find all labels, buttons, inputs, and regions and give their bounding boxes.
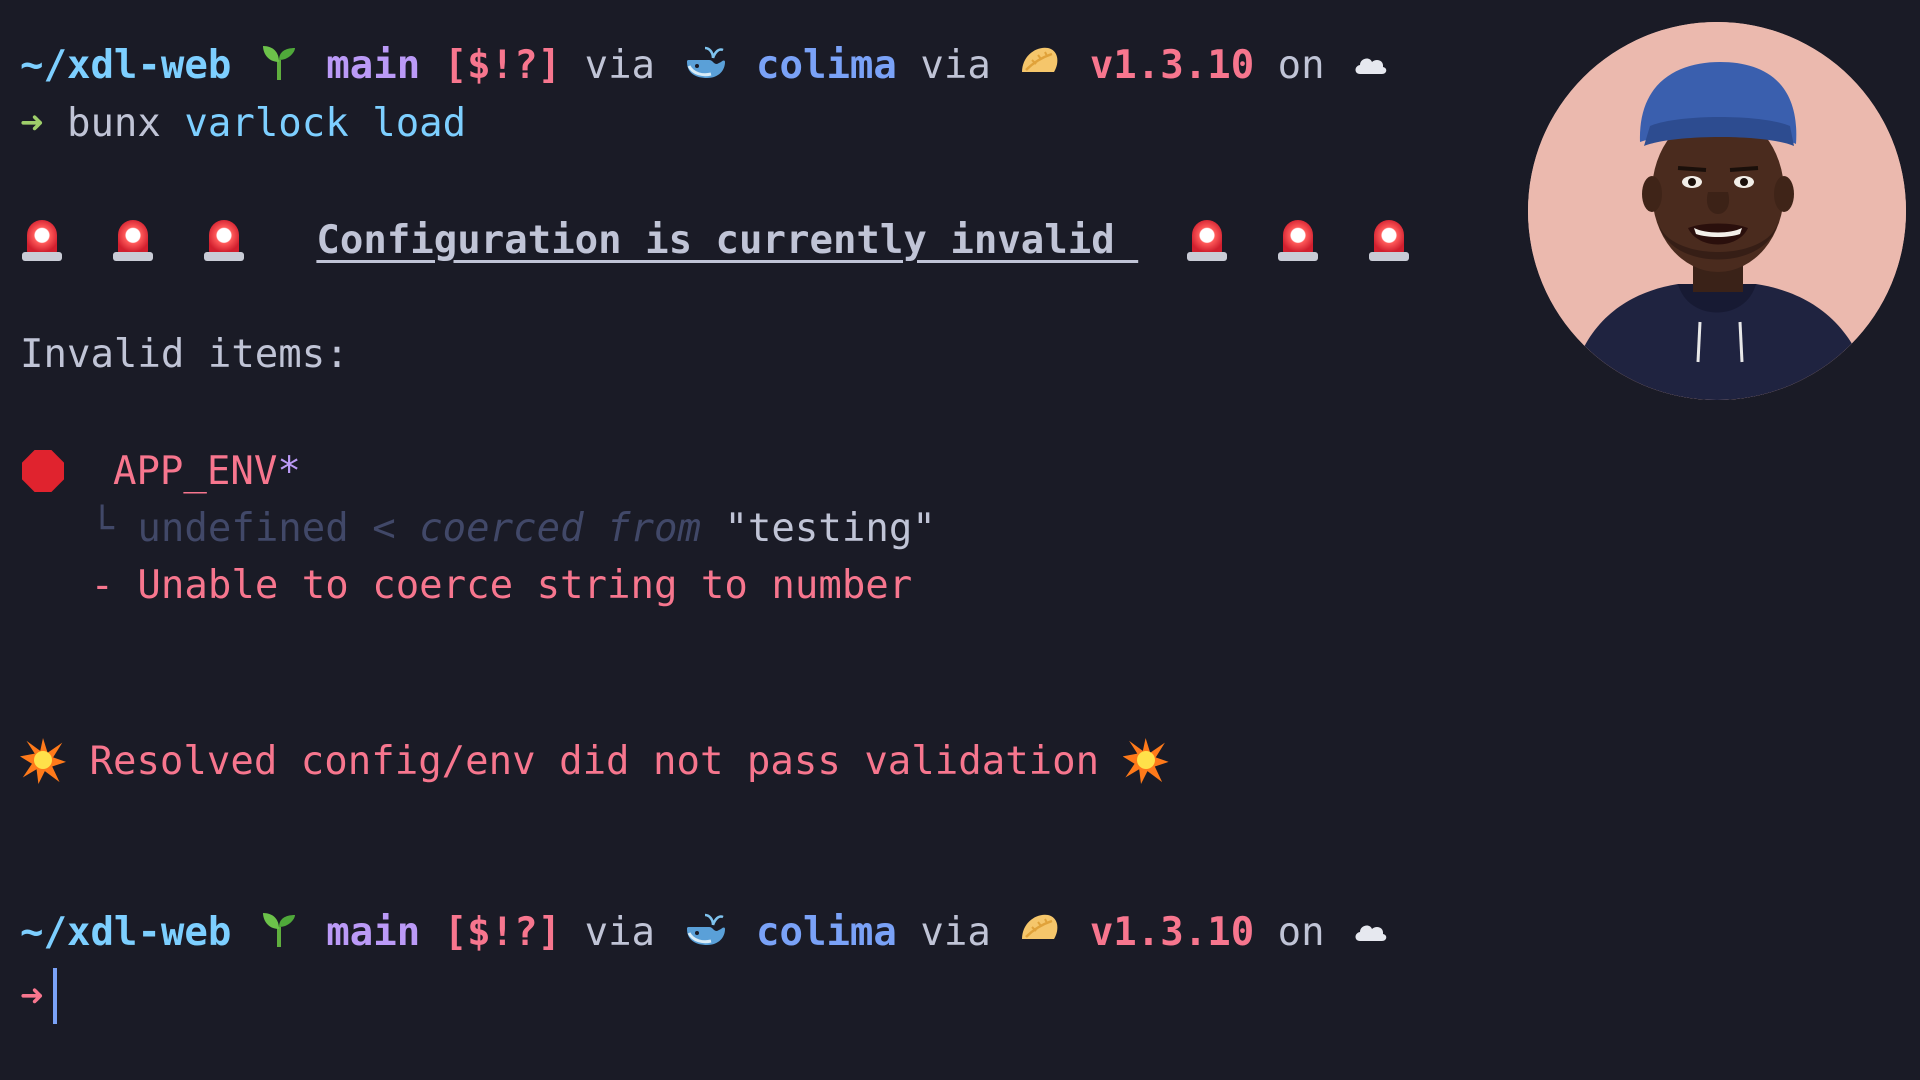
- whale-icon: [683, 42, 729, 89]
- required-marker: *: [277, 448, 301, 494]
- tree-branch: └: [90, 505, 114, 551]
- invalid-items-label: Invalid items:: [20, 331, 349, 377]
- seedling-icon: [259, 909, 299, 956]
- cloud-icon: [1352, 913, 1388, 952]
- less-than: <: [372, 505, 396, 551]
- original-value: "testing": [724, 505, 936, 551]
- seedling-icon: [259, 42, 299, 89]
- siren-icon: [1276, 218, 1320, 262]
- summary-text: Resolved config/env did not pass validat…: [89, 738, 1100, 784]
- git-branch: main: [326, 909, 421, 955]
- siren-icon: [1367, 218, 1411, 262]
- collision-icon: [20, 738, 66, 784]
- siren-icon: [1185, 218, 1229, 262]
- on-text: on: [1277, 42, 1325, 88]
- siren-icon: [202, 218, 246, 262]
- dumpling-icon: [1018, 909, 1062, 956]
- via-text: via: [920, 909, 991, 955]
- item-error: - Unable to coerce string to number: [90, 562, 913, 608]
- prompt-arrow: ➜: [20, 100, 44, 146]
- via-text: via: [584, 909, 656, 955]
- git-branch: main: [326, 42, 421, 88]
- command-exec: bunx: [66, 100, 161, 146]
- command-args: varlock load: [184, 100, 467, 146]
- coerced-label: coerced from: [419, 505, 701, 551]
- summary-line: Resolved config/env did not pass validat…: [20, 736, 1169, 786]
- command-line: ➜ bunx varlock load: [20, 100, 466, 146]
- stop-sign-icon: [20, 448, 66, 494]
- invalid-item: APP_ENV *: [20, 446, 301, 496]
- git-status: [$!?]: [443, 909, 562, 955]
- git-status: [$!?]: [443, 42, 562, 88]
- invalid-heading: Configuration is currently invalid: [316, 217, 1139, 263]
- item-error-line: - Unable to coerce string to number: [20, 562, 912, 608]
- docker-context: colima: [756, 42, 897, 88]
- via-text: via: [584, 42, 656, 88]
- on-text: on: [1277, 909, 1325, 955]
- dumpling-icon: [1018, 42, 1062, 89]
- collision-icon: [1123, 738, 1169, 784]
- input-line[interactable]: ➜: [20, 966, 58, 1026]
- item-key: APP_ENV: [112, 448, 278, 494]
- invalid-banner: Configuration is currently invalid: [20, 215, 1411, 265]
- siren-icon: [20, 218, 64, 262]
- webcam-avatar: [1528, 22, 1906, 400]
- invalid-items-label-line: Invalid items:: [20, 331, 349, 377]
- resolved-value: undefined: [137, 505, 349, 551]
- whale-icon: [683, 909, 729, 956]
- prompt-line-1: ~/xdl-web main [$!?] via colima via v1.3…: [20, 42, 1392, 88]
- via-text: via: [920, 42, 991, 88]
- prompt-arrow: ➜: [20, 973, 44, 1019]
- text-cursor[interactable]: [53, 968, 58, 1024]
- item-resolution: └ undefined < coerced from "testing": [20, 505, 936, 551]
- prompt-dir: ~/xdl-web: [20, 909, 232, 955]
- siren-icon: [111, 218, 155, 262]
- runtime-version: v1.3.10: [1089, 909, 1255, 955]
- docker-context: colima: [756, 909, 897, 955]
- runtime-version: v1.3.10: [1089, 42, 1255, 88]
- prompt-line-2: ~/xdl-web main [$!?] via colima via v1.3…: [20, 909, 1392, 955]
- prompt-dir: ~/xdl-web: [20, 42, 232, 88]
- cloud-icon: [1352, 46, 1388, 85]
